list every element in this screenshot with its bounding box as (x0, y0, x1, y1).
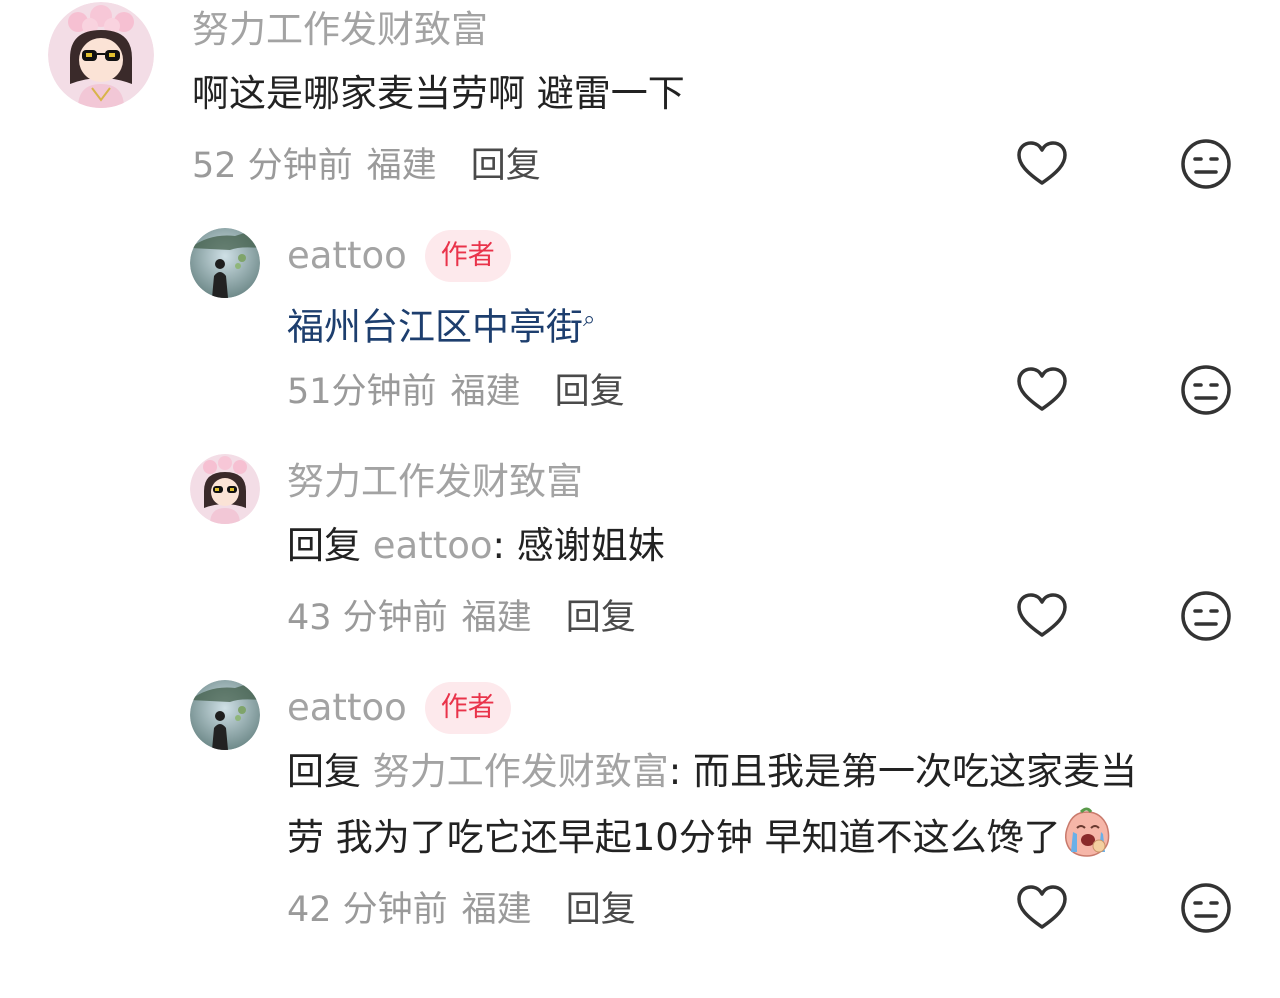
location: 福建 (461, 889, 532, 930)
username[interactable]: 努力工作发财致富 (287, 452, 583, 512)
reply-target[interactable]: eattoo (373, 524, 493, 567)
meh-face-icon (1181, 591, 1231, 641)
heart-outline-icon (1017, 593, 1067, 637)
meh-face-icon (1181, 139, 1231, 189)
dislike-button[interactable] (1178, 880, 1234, 936)
like-button[interactable] (1014, 588, 1070, 644)
location-link[interactable]: 福州台江区中亭街 (287, 305, 583, 348)
location: 福建 (450, 371, 521, 412)
like-button[interactable] (1014, 136, 1070, 192)
reply-item: eattoo 作者 福州台江区中亭街⌕ 51分钟前 福建 回复 (0, 222, 1280, 432)
author-badge: 作者 (424, 682, 511, 734)
like-button[interactable] (1014, 362, 1070, 418)
crying-face-emoji (1064, 807, 1109, 857)
username[interactable]: 努力工作发财致富 (192, 0, 488, 60)
dislike-button[interactable] (1178, 588, 1234, 644)
timestamp: 52 分钟前 (192, 145, 353, 186)
comment-text: 福州台江区中亭街⌕ (287, 288, 595, 359)
username[interactable]: eattoo (287, 678, 407, 738)
comment-text: 回复 eattoo: 感谢姐妹 (287, 514, 665, 578)
location: 福建 (366, 145, 437, 186)
timestamp: 43 分钟前 (287, 597, 448, 638)
avatar[interactable] (190, 228, 260, 298)
username[interactable]: eattoo (287, 226, 407, 286)
dislike-button[interactable] (1178, 136, 1234, 192)
comment-body: : 感谢姐妹 (492, 524, 665, 567)
reply-prefix: 回复 (287, 524, 373, 567)
avatar[interactable] (48, 2, 154, 108)
magnifier-icon[interactable]: ⌕ (583, 307, 595, 332)
comment-text-line2: 劳 我为了吃它还早起10分钟 早知道不这么馋了 (287, 806, 1113, 870)
reply-item: eattoo 作者 回复 努力工作发财致富: 而且我是第一次吃这家麦当 劳 我为… (0, 674, 1280, 964)
heart-outline-icon (1017, 885, 1067, 929)
timestamp: 51分钟前 (287, 371, 437, 412)
timestamp: 42 分钟前 (287, 889, 448, 930)
avatar[interactable] (190, 454, 260, 524)
meh-face-icon (1181, 883, 1231, 933)
comment-body-line2: 劳 我为了吃它还早起10分钟 早知道不这么馋了 (287, 816, 1061, 859)
heart-outline-icon (1017, 141, 1067, 185)
author-badge: 作者 (424, 230, 511, 282)
comment-item: 努力工作发财致富 啊这是哪家麦当劳啊 避雷一下 52 分钟前 福建 回复 (0, 0, 1280, 200)
comment-body-line1: : 而且我是第一次吃这家麦当 (668, 750, 1137, 793)
reply-target[interactable]: 努力工作发财致富 (373, 750, 669, 793)
reply-item: 努力工作发财致富 回复 eattoo: 感谢姐妹 43 分钟前 福建 回复 (0, 448, 1280, 658)
comment-body: 啊这是哪家麦当劳啊 避雷一下 (192, 72, 685, 115)
like-button[interactable] (1014, 880, 1070, 936)
heart-outline-icon (1017, 367, 1067, 411)
reply-button[interactable]: 回复 (555, 363, 625, 414)
comment-text: 回复 努力工作发财致富: 而且我是第一次吃这家麦当 (287, 740, 1137, 804)
location: 福建 (461, 597, 532, 638)
comment-text: 啊这是哪家麦当劳啊 避雷一下 (192, 62, 685, 126)
meh-face-icon (1181, 365, 1231, 415)
reply-button[interactable]: 回复 (471, 137, 541, 188)
reply-button[interactable]: 回复 (566, 589, 636, 640)
reply-button[interactable]: 回复 (566, 881, 636, 932)
avatar[interactable] (190, 680, 260, 750)
dislike-button[interactable] (1178, 362, 1234, 418)
reply-prefix: 回复 (287, 750, 373, 793)
